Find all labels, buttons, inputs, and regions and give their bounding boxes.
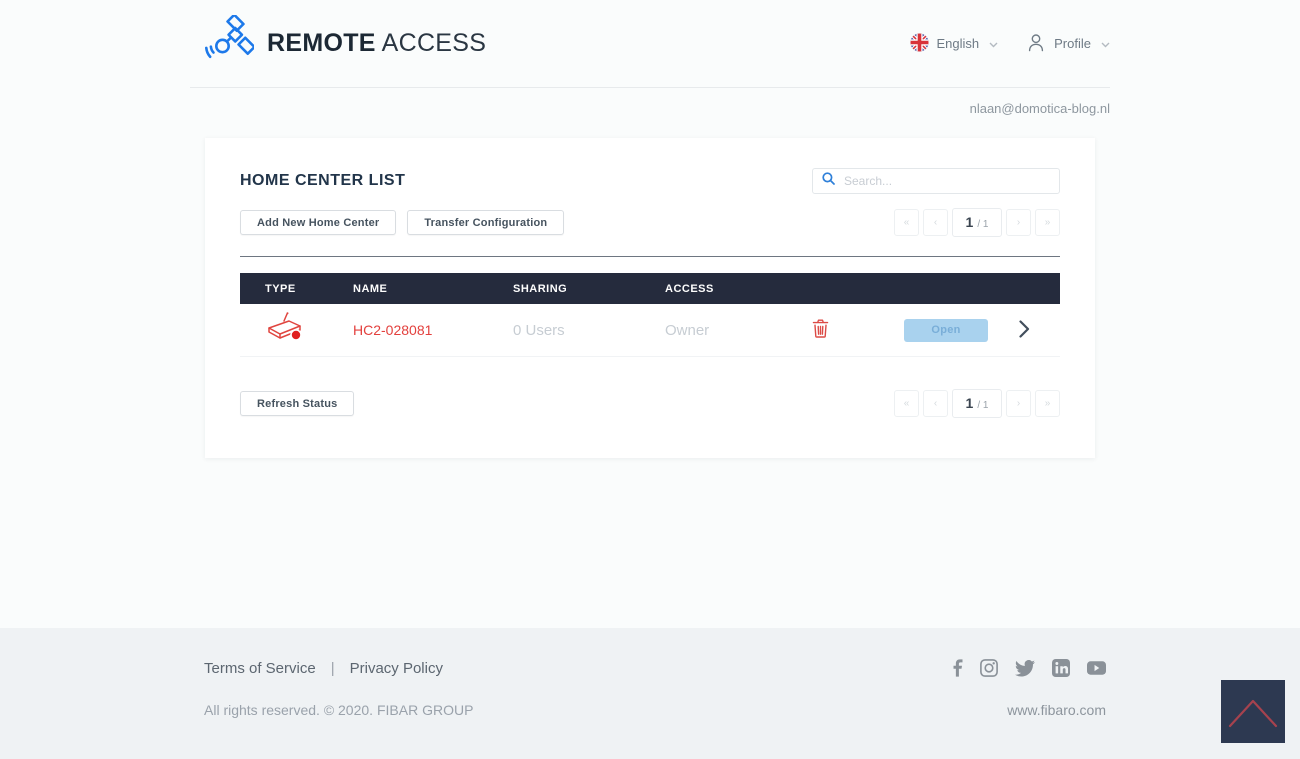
search-input[interactable] xyxy=(842,173,1050,189)
footer-link-separator: | xyxy=(330,659,335,677)
access-value: Owner xyxy=(665,321,710,339)
pagination-first-button[interactable]: « xyxy=(894,209,919,236)
sharing-value: 0 Users xyxy=(513,321,565,339)
chevron-right-icon xyxy=(1018,319,1030,341)
page: REMOTE ACCESS English Profile nlaan@domo… xyxy=(0,0,1300,759)
table-header: TYPE NAME SHARING ACCESS xyxy=(240,273,1060,304)
delete-button[interactable] xyxy=(812,319,829,341)
brand-title: REMOTE ACCESS xyxy=(267,29,486,58)
pagination-next-button[interactable]: › xyxy=(1006,209,1031,236)
pagination-current: 1 / 1 xyxy=(952,389,1002,418)
add-home-center-button[interactable]: Add New Home Center xyxy=(240,210,397,235)
table-row: HC2-028081 0 Users Owner Open xyxy=(240,304,1060,357)
twitter-icon[interactable] xyxy=(1015,659,1035,677)
pagination-total: / 1 xyxy=(977,219,989,230)
pagination-prev-button[interactable]: ‹ xyxy=(923,390,948,417)
website-link[interactable]: www.fibaro.com xyxy=(1007,702,1110,718)
pagination-next-button[interactable]: › xyxy=(1006,390,1031,417)
linkedin-icon[interactable] xyxy=(1052,659,1070,677)
chevron-down-icon xyxy=(1101,36,1110,51)
pagination-page-number: 1 xyxy=(965,214,974,230)
pagination-page-number: 1 xyxy=(965,395,974,411)
brand-title-light: ACCESS xyxy=(381,29,487,57)
column-access: ACCESS xyxy=(665,282,714,295)
row-expand-button[interactable] xyxy=(1018,319,1030,341)
pagination-bottom: « ‹ 1 / 1 › » xyxy=(894,389,1060,418)
brand-logo: REMOTE ACCESS xyxy=(190,13,486,72)
copyright-text: All rights reserved. © 2020. FIBAR GROUP xyxy=(204,702,474,718)
transfer-configuration-button[interactable]: Transfer Configuration xyxy=(407,210,565,235)
brand-title-bold: REMOTE xyxy=(267,29,376,57)
search-icon xyxy=(822,172,835,190)
user-email-row: nlaan@domotica-blog.nl xyxy=(190,88,1110,126)
pagination-top: « ‹ 1 / 1 › » xyxy=(894,208,1060,237)
pagination-last-button[interactable]: » xyxy=(1035,209,1060,236)
privacy-policy-link[interactable]: Privacy Policy xyxy=(350,660,443,677)
satellite-icon xyxy=(204,13,256,72)
instagram-icon[interactable] xyxy=(980,659,998,677)
topbar: REMOTE ACCESS English Profile xyxy=(190,0,1110,88)
uk-flag-icon xyxy=(909,32,929,55)
column-name: NAME xyxy=(353,282,388,295)
column-sharing: SHARING xyxy=(513,282,568,295)
youtube-icon[interactable] xyxy=(1087,661,1106,675)
pagination-total: / 1 xyxy=(977,400,989,411)
footer: Terms of Service | Privacy Policy All ri… xyxy=(0,628,1300,759)
profile-menu[interactable]: Profile xyxy=(1026,32,1110,56)
pagination-first-button[interactable]: « xyxy=(894,390,919,417)
pagination-current: 1 / 1 xyxy=(952,208,1002,237)
user-email: nlaan@domotica-blog.nl xyxy=(969,101,1110,116)
search-box xyxy=(812,168,1060,194)
home-center-name[interactable]: HC2-028081 xyxy=(353,322,513,338)
fibaro-logo xyxy=(1221,680,1285,743)
person-icon xyxy=(1026,32,1046,56)
section-divider xyxy=(240,256,1060,257)
terms-of-service-link[interactable]: Terms of Service xyxy=(204,660,316,677)
facebook-icon[interactable] xyxy=(953,659,963,677)
column-type: TYPE xyxy=(265,282,296,295)
page-title: HOME CENTER LIST xyxy=(240,172,406,189)
pagination-prev-button[interactable]: ‹ xyxy=(923,209,948,236)
profile-label: Profile xyxy=(1054,36,1091,51)
chevron-down-icon xyxy=(989,36,998,51)
language-label: English xyxy=(936,36,980,51)
trash-icon xyxy=(812,319,829,341)
hc2-device-icon xyxy=(265,311,305,349)
language-selector[interactable]: English xyxy=(909,32,999,55)
open-button[interactable]: Open xyxy=(904,318,988,342)
pagination-last-button[interactable]: » xyxy=(1035,390,1060,417)
home-center-card: HOME CENTER LIST Add New Home Center Tra… xyxy=(205,138,1095,458)
refresh-status-button[interactable]: Refresh Status xyxy=(240,391,355,416)
